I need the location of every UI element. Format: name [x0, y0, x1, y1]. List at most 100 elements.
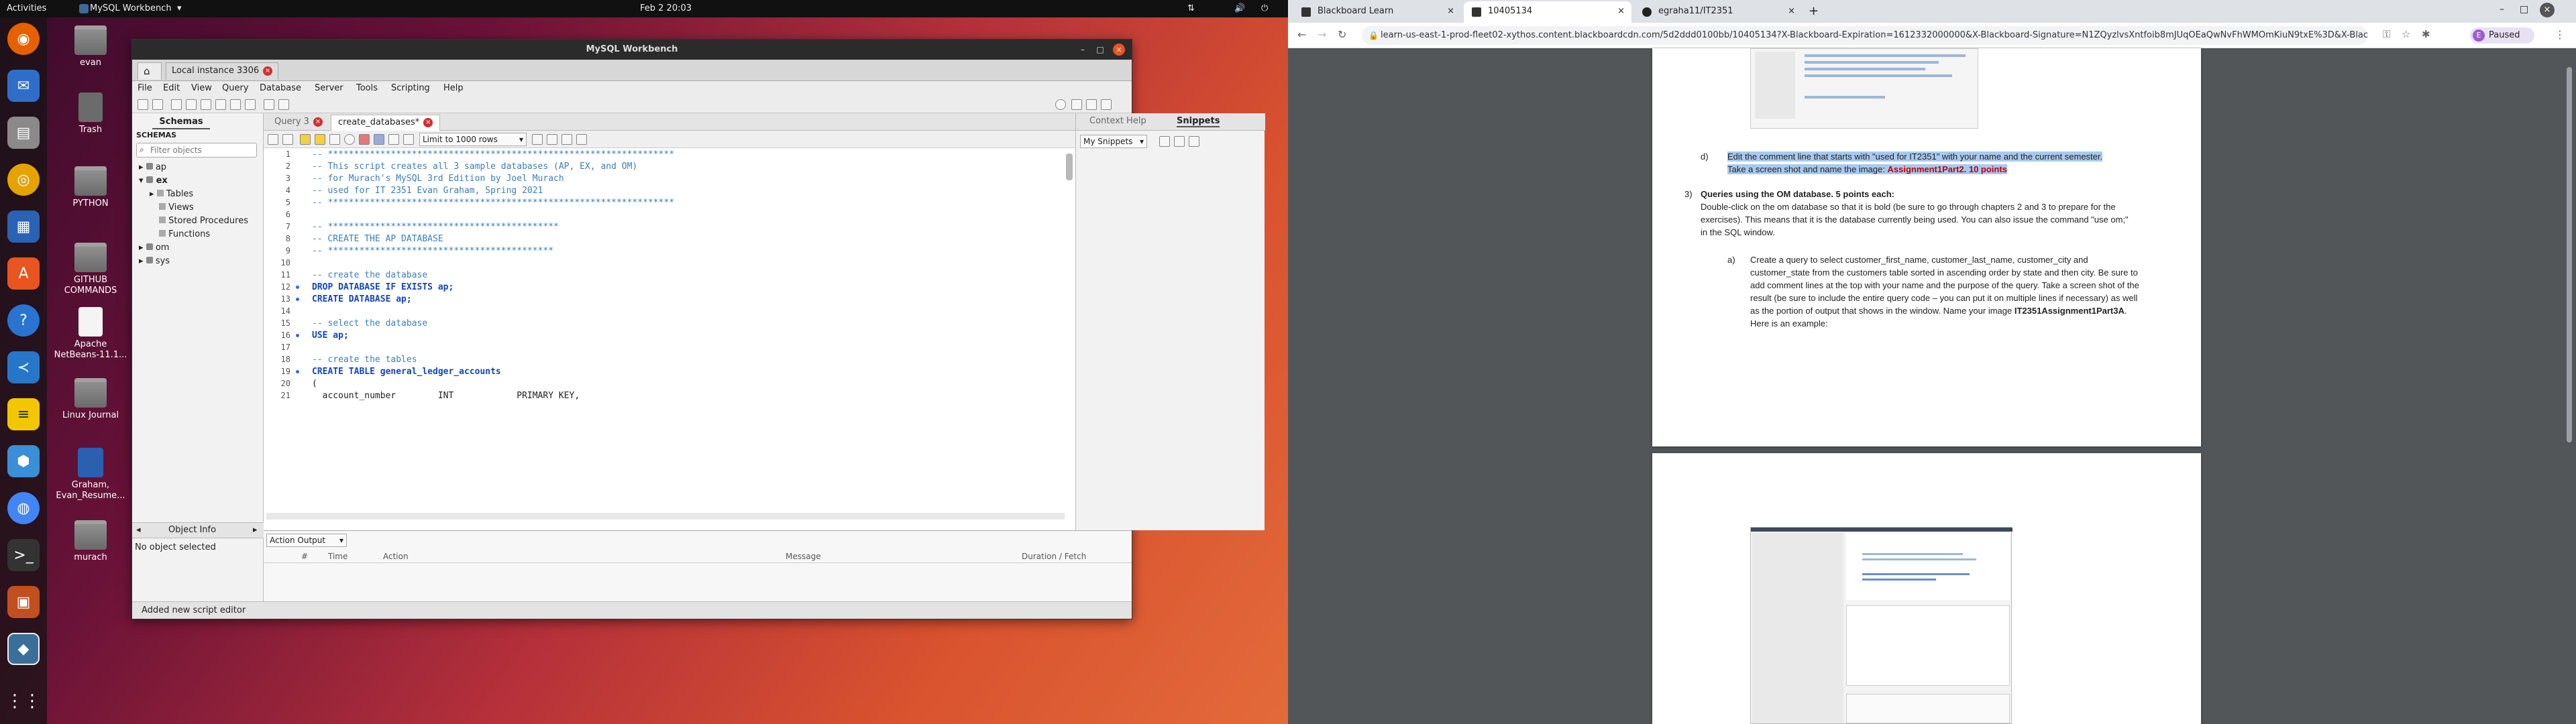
- ubuntu-software-icon[interactable]: A: [7, 257, 40, 290]
- close-tab-icon[interactable]: ×: [423, 117, 433, 127]
- close-window-icon[interactable]: ×: [2540, 3, 2555, 17]
- snippets-select[interactable]: My Snippets ▾: [1080, 135, 1147, 148]
- tab-schemas[interactable]: Schemas: [152, 115, 210, 129]
- toggle-sidebar-icon[interactable]: [1071, 99, 1082, 110]
- insert-snippet-icon[interactable]: [1174, 136, 1185, 147]
- pdf-scrollbar[interactable]: [2567, 67, 2572, 442]
- desktop-icon-trash[interactable]: Trash: [54, 93, 127, 135]
- schema-om[interactable]: ▸ om: [132, 242, 264, 254]
- col-duration[interactable]: Duration / Fetch: [1022, 552, 1086, 561]
- close-tab-icon[interactable]: ×: [1617, 1, 1625, 21]
- search-table-data-icon[interactable]: [264, 99, 274, 110]
- open-sql-script-icon[interactable]: [152, 99, 163, 110]
- expand-arrow-icon[interactable]: ▸: [150, 189, 154, 199]
- key-icon[interactable]: ⚿: [2383, 28, 2390, 40]
- menu-tools[interactable]: Tools: [356, 83, 378, 93]
- maximize-icon[interactable]: □: [2520, 4, 2528, 15]
- filter-objects-field[interactable]: ⌕: [136, 143, 257, 158]
- menu-help[interactable]: Help: [443, 83, 464, 93]
- create-procedure-icon[interactable]: [230, 99, 241, 110]
- code-line[interactable]: -- for Murach's MySQL 3rd Edition by Joe…: [312, 174, 564, 184]
- network-icon[interactable]: ⇅: [1187, 3, 1195, 13]
- firefox-icon[interactable]: ◉: [7, 23, 40, 55]
- code-line[interactable]: -- *************************************…: [312, 149, 674, 160]
- power-icon[interactable]: ⏻: [1261, 3, 1268, 13]
- menu-file[interactable]: File: [138, 83, 152, 93]
- editor-hscrollbar[interactable]: [266, 513, 1065, 520]
- expand-arrow-icon[interactable]: ▸: [139, 243, 144, 253]
- execute-icon[interactable]: [300, 134, 311, 145]
- editor-scrollbar[interactable]: [1066, 154, 1073, 180]
- code-line[interactable]: CREATE DATABASE ap;: [312, 294, 412, 304]
- app-menu[interactable]: MySQL Workbench: [90, 3, 172, 13]
- mysql-workbench-dock-icon[interactable]: ◆: [7, 633, 40, 665]
- chrome-icon[interactable]: ◍: [7, 492, 40, 524]
- tab-query-3[interactable]: Query 3 ×: [268, 115, 329, 131]
- menu-edit[interactable]: Edit: [163, 83, 180, 93]
- col-action[interactable]: Action: [383, 552, 409, 561]
- rhythmbox-icon[interactable]: ◎: [7, 164, 40, 196]
- schema-ap[interactable]: ▸ ap: [132, 162, 264, 174]
- activities-button[interactable]: Activities: [7, 3, 46, 13]
- browser-tab-document[interactable]: 10405134 ×: [1464, 1, 1631, 23]
- toggle-secondary-sidebar-icon[interactable]: [1101, 99, 1112, 110]
- invisible-chars-icon[interactable]: [561, 134, 572, 145]
- code-line[interactable]: -- This script creates all 3 sample data…: [312, 162, 637, 172]
- limit-rows-select[interactable]: Limit to 1000 rows ▾: [419, 133, 527, 146]
- close-tab-icon[interactable]: ×: [263, 66, 273, 76]
- right-arrow-icon[interactable]: ▸: [253, 525, 258, 535]
- vscode-icon[interactable]: ≺: [7, 351, 40, 383]
- expand-arrow-icon[interactable]: ▸: [139, 256, 144, 266]
- help-icon[interactable]: ?: [7, 304, 40, 337]
- forward-icon[interactable]: →: [1318, 28, 1326, 41]
- code-line[interactable]: DROP DATABASE IF EXISTS ap;: [312, 282, 453, 292]
- tree-views[interactable]: Views: [132, 202, 264, 214]
- maximize-icon[interactable]: □: [1094, 44, 1106, 56]
- error-toggle-icon[interactable]: [359, 134, 370, 145]
- menu-query[interactable]: Query: [222, 83, 249, 93]
- menu-database[interactable]: Database: [260, 83, 301, 93]
- more-menu-icon[interactable]: ⋮: [2555, 28, 2565, 41]
- new-sql-tab-icon[interactable]: [138, 99, 148, 110]
- create-schema-icon[interactable]: [186, 99, 197, 110]
- desktop-icon-python[interactable]: PYTHON: [54, 166, 127, 209]
- copy-snippet-icon[interactable]: [1189, 136, 1199, 147]
- clock[interactable]: Feb 2 20:03: [640, 3, 692, 13]
- thunderbird-icon[interactable]: ✉: [7, 70, 40, 102]
- close-tab-icon[interactable]: ×: [313, 117, 323, 127]
- volume-icon[interactable]: 🔊: [1234, 3, 1245, 13]
- libreoffice-writer-icon[interactable]: ▦: [7, 210, 40, 243]
- minimize-icon[interactable]: –: [2500, 4, 2504, 15]
- create-function-icon[interactable]: [245, 99, 256, 110]
- back-icon[interactable]: ←: [1297, 28, 1306, 41]
- schema-ex[interactable]: ▾ ex: [132, 175, 264, 187]
- code-line[interactable]: -- create the database: [312, 270, 427, 280]
- menu-view[interactable]: View: [191, 83, 212, 93]
- code-line[interactable]: -- *************************************…: [312, 222, 559, 232]
- col-number[interactable]: #: [301, 552, 308, 561]
- close-tab-icon[interactable]: ×: [1447, 1, 1454, 21]
- browser-tab-blackboard[interactable]: Blackboard Learn ×: [1293, 1, 1461, 23]
- code-line[interactable]: USE ap;: [312, 330, 349, 341]
- col-message[interactable]: Message: [786, 552, 821, 561]
- explain-icon[interactable]: [329, 134, 340, 145]
- menu-scripting[interactable]: Scripting: [391, 83, 430, 93]
- settings-icon[interactable]: [1055, 99, 1066, 110]
- schema-sys[interactable]: ▸ sys: [132, 255, 264, 267]
- code-line[interactable]: account_number INT PRIMARY KEY,: [312, 391, 580, 401]
- gem-app-icon[interactable]: ⬢: [7, 445, 40, 477]
- reload-icon[interactable]: ↻: [1338, 28, 1346, 41]
- code-line[interactable]: -- *************************************…: [312, 198, 674, 208]
- collapse-arrow-icon[interactable]: ▾: [139, 176, 144, 186]
- code-line[interactable]: -- create the tables: [312, 355, 417, 365]
- tab-create-databases[interactable]: create_databases* ×: [331, 115, 441, 131]
- code-line[interactable]: CREATE TABLE general_ledger_accounts: [312, 367, 501, 377]
- code-line[interactable]: -- *************************************…: [312, 246, 553, 256]
- sql-code-editor[interactable]: 1 -- ************************************…: [264, 148, 1075, 511]
- code-line[interactable]: -- select the database: [312, 318, 427, 328]
- toggle-output-icon[interactable]: [1086, 99, 1097, 110]
- tree-functions[interactable]: Functions: [132, 229, 264, 241]
- filter-objects-input[interactable]: [150, 144, 252, 156]
- beautify-icon[interactable]: [532, 134, 543, 145]
- close-tab-icon[interactable]: ×: [1788, 1, 1795, 21]
